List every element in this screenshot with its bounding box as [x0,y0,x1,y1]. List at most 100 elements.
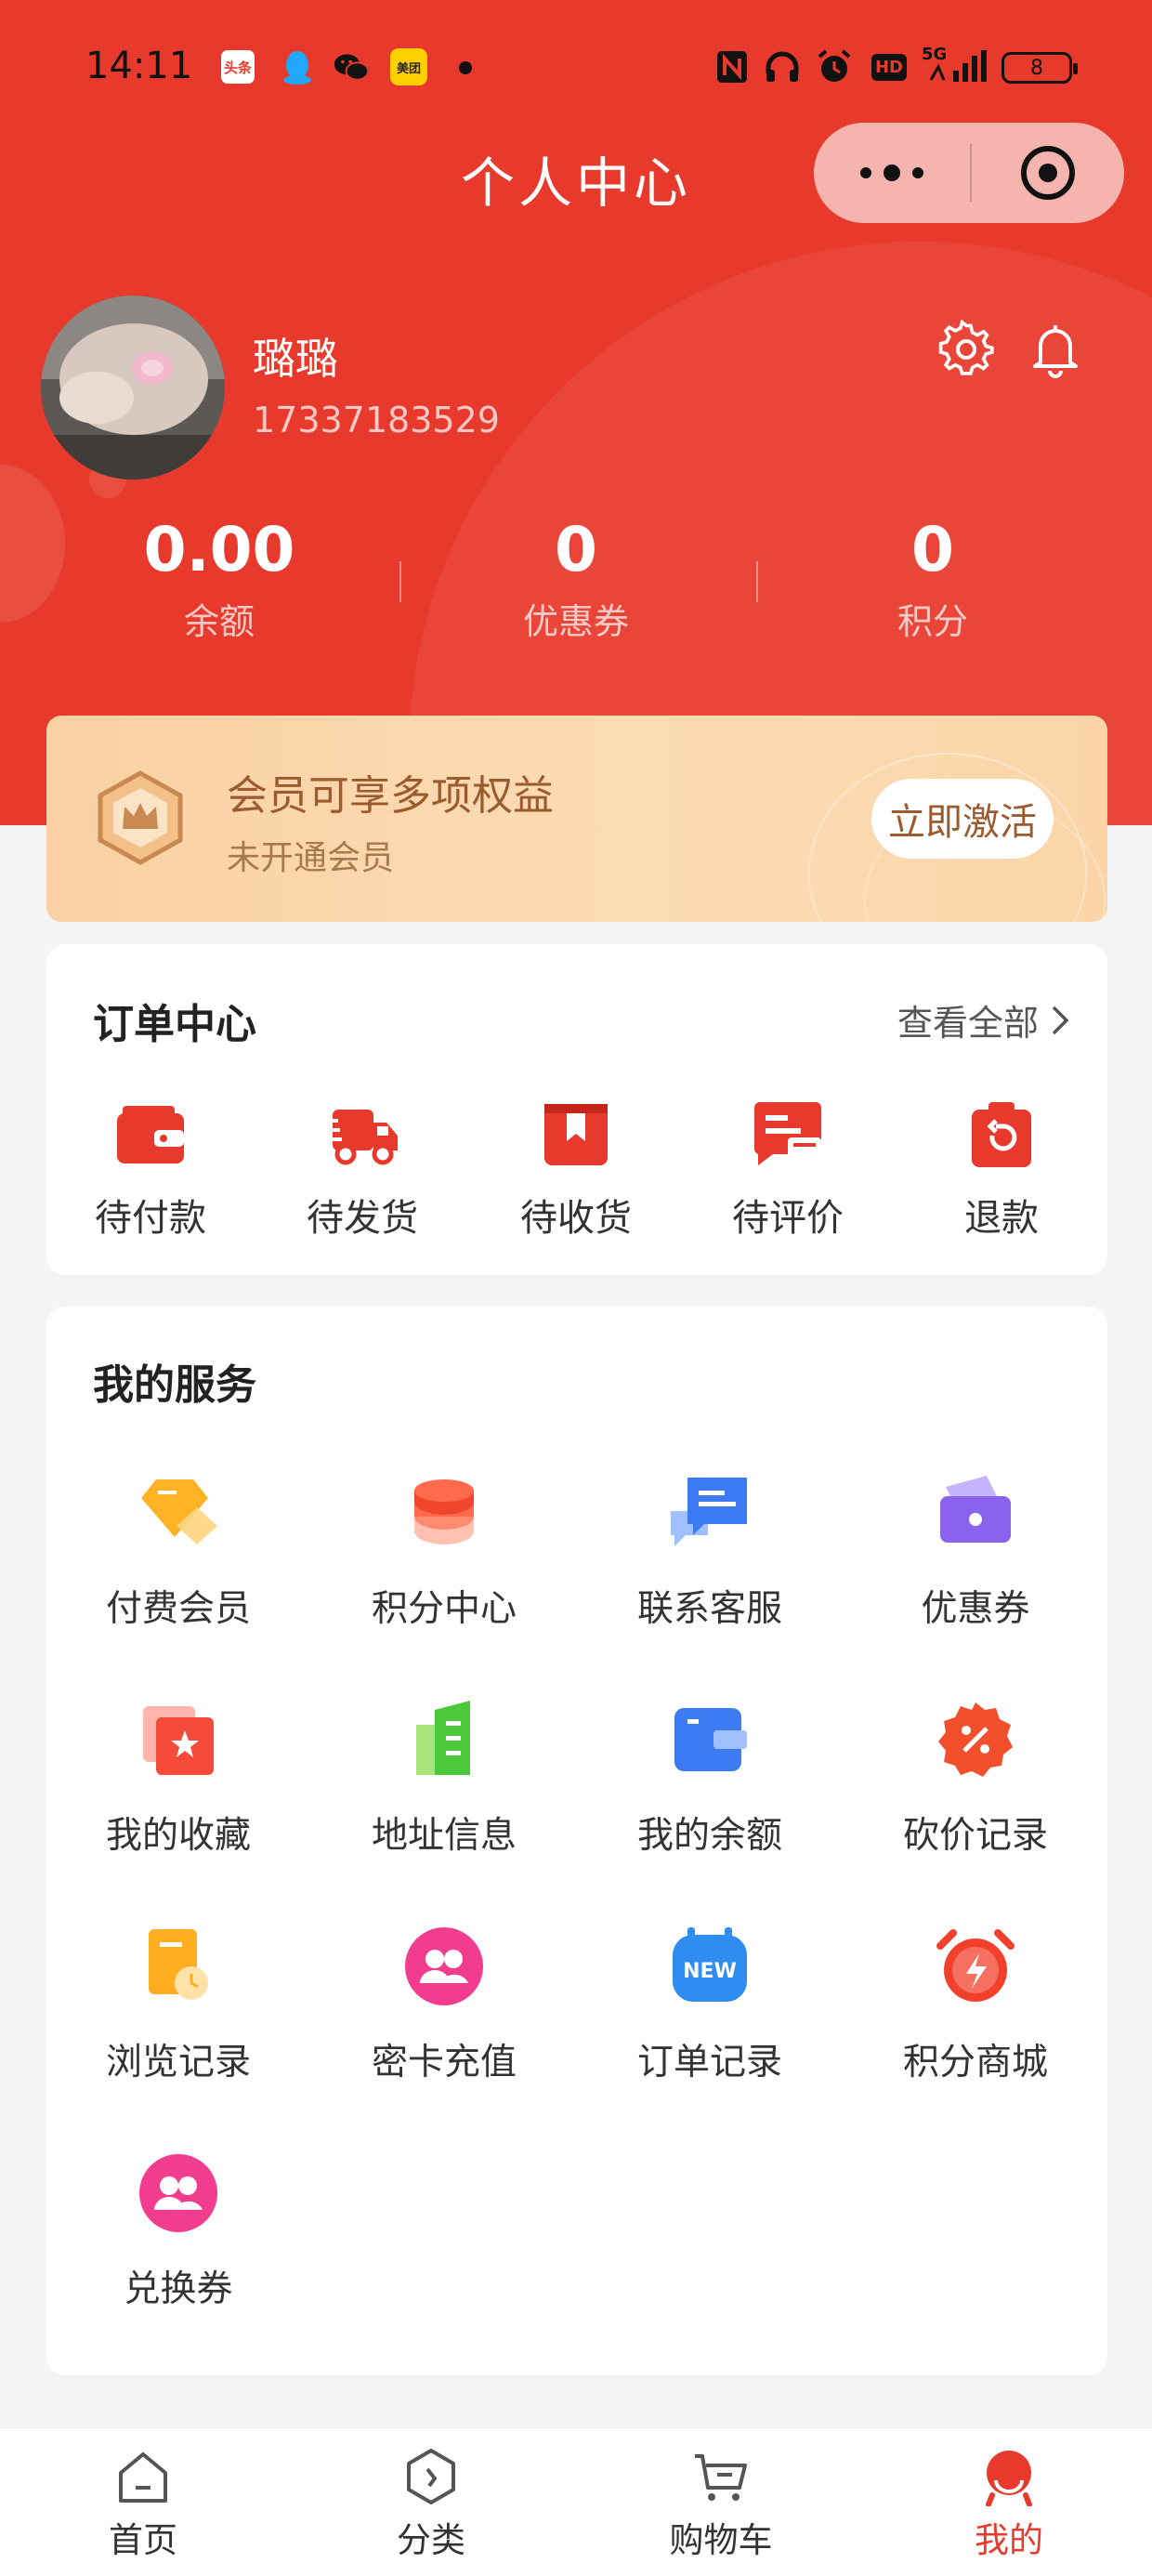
stat-value: 0.00 [143,514,295,585]
hd-icon: HD [868,48,910,85]
vip-membership-card[interactable]: 会员可享多项权益 未开通会员 立即激活 [46,716,1107,922]
service-exchange-coupons[interactable]: 兑换券 [58,2150,299,2312]
bell-icon [1033,325,1078,378]
tab-category[interactable]: 分类 [338,2447,524,2562]
stat-value: 0 [555,514,597,585]
tab-profile[interactable]: 我的 [916,2447,1102,2562]
service-label: 订单记录 [636,2042,782,2083]
stat-label: 积分 [897,601,968,642]
headphones-icon [764,48,801,85]
see-all-label: 查看全部 [897,1003,1039,1044]
settings-button[interactable] [936,319,996,379]
order-label: 待收货 [520,1197,632,1240]
more-button[interactable] [814,123,970,223]
order-label: 退款 [964,1197,1039,1240]
service-browse-history[interactable]: 浏览记录 [58,1924,299,2085]
stat-coupons[interactable]: 0 优惠券 [465,513,687,644]
order-center-card: 订单中心 查看全部 待付款 待发货 待收货 待评价 退款 [46,944,1107,1275]
order-pending-payment[interactable]: 待付款 [67,1100,234,1242]
network-type: 5G [922,45,948,64]
tab-cart[interactable]: 购物车 [628,2447,814,2562]
tab-label: 首页 [109,2520,177,2560]
order-label: 待付款 [95,1197,206,1240]
qq-icon [279,48,316,85]
service-label: 兑换券 [124,2268,233,2310]
stat-balance[interactable]: 0.00 余额 [108,513,331,644]
wechat-icon [333,48,370,85]
category-icon [401,2447,461,2506]
avatar[interactable] [41,296,225,480]
notification-dot-icon [459,61,472,74]
tab-label: 分类 [397,2520,465,2560]
service-points-center[interactable]: 积分中心 [323,1470,565,1632]
ticket-icon [933,1470,1018,1556]
cart-icon [691,2447,751,2506]
service-card-recharge[interactable]: 密卡充值 [323,1924,565,2085]
account-stats: 0.00 余额 0 优惠券 0 积分 [0,513,1152,652]
service-order-records[interactable]: NEW 订单记录 [589,1924,831,2085]
bottom-tab-bar: 首页 分类 购物车 我的 [0,2427,1152,2576]
tab-home[interactable]: 首页 [50,2447,236,2562]
service-bargain-records[interactable]: 砍价记录 [855,1697,1096,1859]
gear-icon [938,319,994,375]
refund-icon [964,1100,1039,1169]
alarm-icon [933,1924,1018,2009]
service-label: 地址信息 [371,1815,517,1857]
service-my-balance[interactable]: 我的余额 [589,1697,831,1859]
order-pending-review[interactable]: 待评价 [704,1100,871,1242]
coins-icon [401,1470,487,1556]
users-pink-icon [136,2150,221,2236]
profile-icon [979,2447,1039,2507]
username: 璐璐 [253,334,338,384]
activate-vip-button[interactable]: 立即激活 [871,779,1054,859]
service-label: 付费会员 [105,1588,251,1630]
service-points-mall[interactable]: 积分商城 [855,1924,1096,2085]
stat-label: 优惠券 [522,601,629,642]
vip-subtitle: 未开通会员 [227,839,395,877]
svg-text:NEW: NEW [683,1960,737,1983]
notification-button[interactable] [1026,320,1085,379]
hd-label: HD [871,53,907,81]
service-label: 联系客服 [636,1588,782,1630]
service-label: 砍价记录 [902,1815,1048,1857]
stat-divider [399,561,401,602]
target-circle-icon [1021,146,1075,200]
home-icon [113,2447,173,2506]
star-icon [136,1697,221,1782]
close-miniprogram-button[interactable] [972,123,1124,223]
service-label: 优惠券 [921,1588,1030,1630]
vip-title: 会员可享多项权益 [227,772,554,820]
see-all-orders-link[interactable]: 查看全部 [897,994,1070,1045]
wallet-icon [113,1100,188,1169]
service-address-info[interactable]: 地址信息 [323,1697,565,1859]
diamond-icon [136,1470,221,1556]
stat-label: 余额 [183,601,255,642]
tab-label: 我的 [975,2520,1043,2560]
chat-icon [667,1470,753,1556]
service-customer-support[interactable]: 联系客服 [589,1470,831,1632]
history-icon [136,1924,221,2009]
chevron-right-icon [1052,1005,1069,1034]
battery-indicator: 8 [1001,52,1078,84]
tab-label: 购物车 [669,2520,773,2560]
signal-icon: 5G [922,45,988,85]
order-pending-shipment[interactable]: 待发货 [279,1100,446,1242]
meituan-app-icon: 美团 [390,48,427,85]
service-label: 积分中心 [371,1588,517,1630]
building-icon [401,1697,487,1782]
service-my-favorites[interactable]: 我的收藏 [58,1697,299,1859]
stat-points[interactable]: 0 积分 [821,513,1044,644]
service-paid-membership[interactable]: 付费会员 [58,1470,299,1632]
service-label: 密卡充值 [371,2042,517,2083]
service-coupons[interactable]: 优惠券 [855,1470,1096,1632]
service-label: 我的收藏 [105,1815,251,1857]
box-icon [539,1100,613,1169]
status-time: 14:11 [85,45,193,87]
stat-divider [756,561,758,602]
toutiao-app-icon: 头条 [219,48,256,85]
order-label: 待评价 [732,1197,844,1240]
miniprogram-capsule [814,123,1124,223]
order-pending-receipt[interactable]: 待收货 [492,1100,660,1242]
service-label: 我的余额 [636,1815,782,1857]
order-refund[interactable]: 退款 [918,1100,1085,1242]
